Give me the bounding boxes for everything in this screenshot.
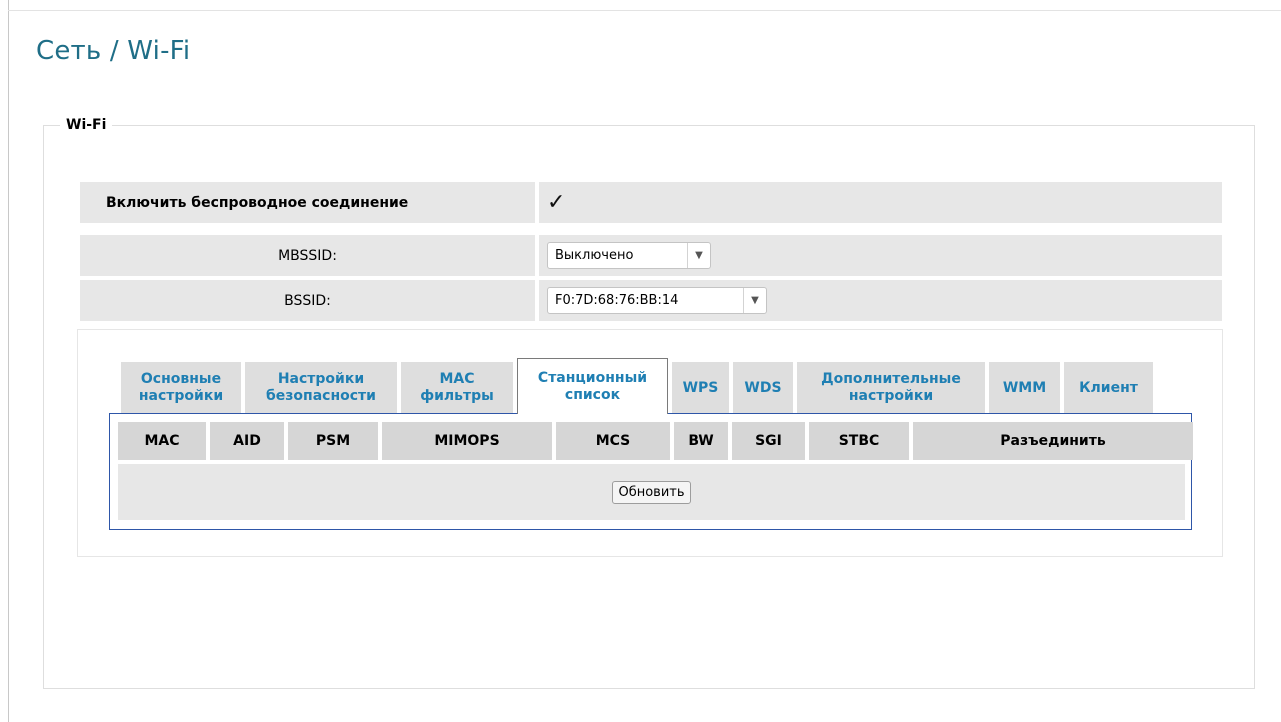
chevron-down-icon: ▼ <box>687 243 710 268</box>
column-header-bw: BW <box>674 422 728 460</box>
tab-wds[interactable]: WDS <box>733 362 793 414</box>
bssid-row: BSSID: F0:7D:68:76:BB:14 ▼ <box>80 280 1222 321</box>
tab-label-line1: MAC <box>439 371 475 387</box>
mbssid-select[interactable]: Выключено ▼ <box>547 242 711 269</box>
mbssid-cell: Выключено ▼ <box>539 235 1222 276</box>
column-header-psm: PSM <box>288 422 378 460</box>
column-header-mac: MAC <box>118 422 206 460</box>
column-header-stbc: STBC <box>809 422 909 460</box>
mbssid-select-value: Выключено <box>555 248 634 263</box>
tab-label-line1: Дополнительные <box>821 371 961 387</box>
tab-label-line1: Станционный <box>537 369 648 386</box>
tab-station-list[interactable]: Станционный список <box>517 358 668 414</box>
mbssid-row: MBSSID: Выключено ▼ <box>80 235 1222 276</box>
column-header-mimops: MIMOPS <box>382 422 552 460</box>
enable-wireless-label: Включить беспроводное соединение <box>80 182 535 223</box>
tab-advanced-settings[interactable]: Дополнительные настройки <box>797 362 985 414</box>
tab-label-line2: фильтры <box>420 388 494 404</box>
station-table-footer: Обновить <box>118 464 1185 520</box>
window-top-border <box>8 10 1281 11</box>
tab-label: Клиент <box>1079 379 1138 396</box>
page-title: Сеть / Wi-Fi <box>36 36 191 66</box>
station-table-header: MAC AID PSM MIMOPS MCS BW SGI STBC Разъе… <box>118 422 1193 460</box>
tab-basic-settings[interactable]: Основные настройки <box>121 362 241 414</box>
enable-wireless-cell: ✓ <box>539 182 1222 223</box>
column-header-disconnect: Разъединить <box>913 422 1193 460</box>
wifi-group-legend: Wi-Fi <box>66 117 107 133</box>
tab-label-line1: Настройки <box>277 371 365 387</box>
bssid-label: BSSID: <box>80 280 535 321</box>
mbssid-label: MBSSID: <box>80 235 535 276</box>
chevron-down-icon: ▼ <box>743 288 766 313</box>
window-left-border <box>8 0 9 722</box>
tab-label: WDS <box>744 379 782 396</box>
tab-client[interactable]: Клиент <box>1064 362 1153 414</box>
column-header-mcs: MCS <box>556 422 670 460</box>
tab-label-line2: безопасности <box>266 388 376 404</box>
tab-label-line1: Основные <box>140 371 222 387</box>
tab-label-line2: настройки <box>138 388 224 404</box>
tab-label: WMM <box>1002 379 1047 396</box>
bssid-cell: F0:7D:68:76:BB:14 ▼ <box>539 280 1222 321</box>
column-header-aid: AID <box>210 422 284 460</box>
tab-bar: Основные настройки Настройки безопасности … <box>121 358 1157 414</box>
enable-wireless-checkbox[interactable]: ✓ <box>547 191 567 213</box>
bssid-select-value: F0:7D:68:76:BB:14 <box>555 293 679 308</box>
tab-wps[interactable]: WPS <box>672 362 729 414</box>
refresh-button[interactable]: Обновить <box>612 480 691 504</box>
tab-security-settings[interactable]: Настройки безопасности <box>245 362 397 414</box>
station-list-panel: MAC AID PSM MIMOPS MCS BW SGI STBC Разъе… <box>109 413 1193 530</box>
tab-wmm[interactable]: WMM <box>989 362 1060 414</box>
bssid-select[interactable]: F0:7D:68:76:BB:14 ▼ <box>547 287 767 314</box>
tab-label: WPS <box>682 379 719 396</box>
enable-wireless-row: Включить беспроводное соединение ✓ <box>80 182 1222 223</box>
tab-mac-filters[interactable]: MAC фильтры <box>401 362 513 414</box>
tab-label-line2: настройки <box>848 388 934 404</box>
column-header-sgi: SGI <box>732 422 805 460</box>
tab-label-line2: список <box>564 386 621 403</box>
